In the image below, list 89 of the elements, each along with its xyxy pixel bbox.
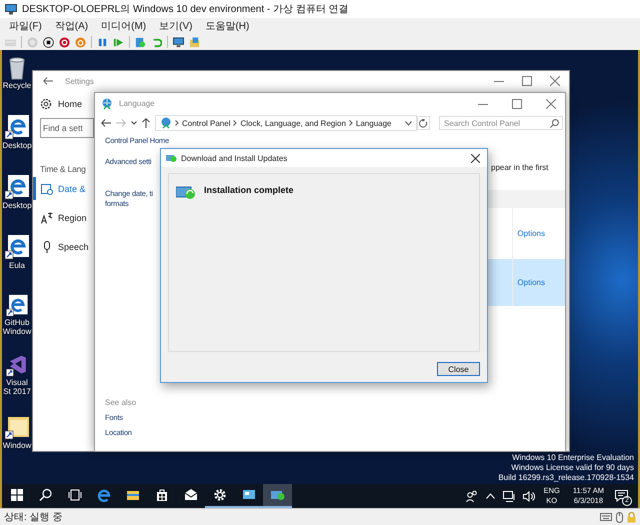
menu-item[interactable]: 미디어(M) [101,19,146,33]
desktop-icon-label: Desktop [2,141,32,150]
update-icon [166,153,177,163]
stop-icon[interactable] [43,36,54,48]
play-icon[interactable] [113,36,124,48]
evaluation-notice: Windows 10 Enterprise Evaluation [512,453,634,463]
remote-desktop-icon[interactable] [242,488,256,502]
browser-shortcut-icon[interactable] [5,234,29,260]
breadcrumb-item[interactable]: Language [356,118,392,128]
settings-icon[interactable] [212,488,226,502]
gear-icon[interactable] [40,98,52,110]
folder-icon[interactable] [5,414,29,440]
menu-item[interactable]: 도움말(H) [205,19,250,33]
menu-item[interactable]: 파일(F) [9,19,42,33]
folder-icon[interactable] [126,488,140,502]
window-title: Settings [65,76,94,86]
dialog-title: Download and Install Updates [181,154,288,162]
globe-icon [101,98,113,110]
desktop-icon-label: Visual St 2017 [2,378,32,396]
store-bag-icon[interactable] [154,488,168,502]
monitor-icon[interactable] [173,36,184,48]
mouse-icon [616,512,623,522]
keyboard-icon [600,513,612,521]
section-heading: Time & Lang [40,164,86,174]
maximize-icon[interactable] [512,98,522,108]
menu-item[interactable]: 작업(A) [54,19,88,33]
search-icon[interactable] [38,488,52,502]
options-link[interactable]: Options [517,278,545,287]
chevron-right-icon [175,120,179,126]
chevron-down-icon[interactable] [405,120,412,126]
evaluation-notice: Build 16299.rs3_release.170928-1534 [498,473,634,483]
calendar-icon[interactable] [41,182,53,194]
desktop-icon-label: GitHub Window [2,318,32,336]
description-text: ppear in the first [490,163,548,172]
lock-icon [627,512,636,522]
visual-studio-icon[interactable] [5,354,29,377]
status-text: 상태: 실행 중 [4,511,62,524]
update-icon [176,184,196,200]
see-also-heading: See also [105,398,136,407]
network-icon[interactable] [502,490,515,502]
settings-nav-item[interactable]: Date & [58,184,86,194]
settings-nav-item[interactable]: Region [58,212,87,222]
chevron-right-icon [233,120,238,126]
start-icon[interactable] [10,488,24,502]
browser-shortcut-icon[interactable] [5,174,29,200]
desktop-icon-label: Desktop [2,201,32,210]
task-view-icon[interactable] [68,488,82,502]
refresh-icon[interactable] [419,118,428,128]
window-title: Language [119,99,155,108]
evaluation-notice: Windows License valid for 90 days [511,463,634,473]
close-icon[interactable] [471,154,480,162]
maximize-icon[interactable] [522,76,532,86]
window-title: DESKTOP-OLOEPRL의 Windows 10 dev environment - 가상 컴퓨터 연결 [22,3,349,16]
up-arrow-icon[interactable] [142,118,150,128]
settings-nav-item[interactable]: Speech [58,242,89,252]
volume-icon[interactable] [522,490,535,502]
people-icon[interactable] [466,490,478,502]
back-arrow-icon[interactable] [43,77,53,85]
breadcrumb-item[interactable]: Control Panel [182,118,230,128]
address-bar[interactable]: Control Panel Clock, Language, and Region Language [155,115,417,131]
search-field[interactable]: Find a sett [40,118,94,138]
language-icon[interactable] [41,212,53,224]
chevron-right-icon [348,120,353,126]
chevron-down-icon[interactable] [131,121,137,125]
breadcrumb-item[interactable]: Clock, Language, and Region [240,118,346,128]
home-nav-item[interactable]: Home [58,99,82,109]
mail-icon[interactable] [184,488,198,502]
power-icon[interactable] [75,36,86,48]
document-icon[interactable] [135,36,146,48]
browser-shortcut-icon[interactable] [5,114,29,140]
chevron-up-icon[interactable] [486,493,495,499]
microphone-icon[interactable] [41,240,53,252]
monitor-icon [5,4,17,14]
close-button[interactable]: Close [437,362,480,376]
globe-icon [160,117,172,129]
browser-shortcut-icon[interactable] [5,294,29,317]
refresh-button[interactable] [417,116,430,130]
browser-icon[interactable] [96,488,110,502]
menu-item[interactable]: 보기(V) [159,19,192,33]
options-link[interactable]: Options [517,229,545,238]
update-icon[interactable] [270,488,284,502]
notifications-icon[interactable] [615,490,629,502]
target-icon[interactable] [59,36,70,48]
desktop-icon-label: Window [2,441,32,450]
pause-icon[interactable] [97,36,108,48]
back-arrow-icon[interactable] [101,119,111,127]
desktop-icon-label: Recycle [2,81,32,90]
status-message: Installation complete [204,185,294,195]
desktop-icon-label: Eula [8,261,26,270]
